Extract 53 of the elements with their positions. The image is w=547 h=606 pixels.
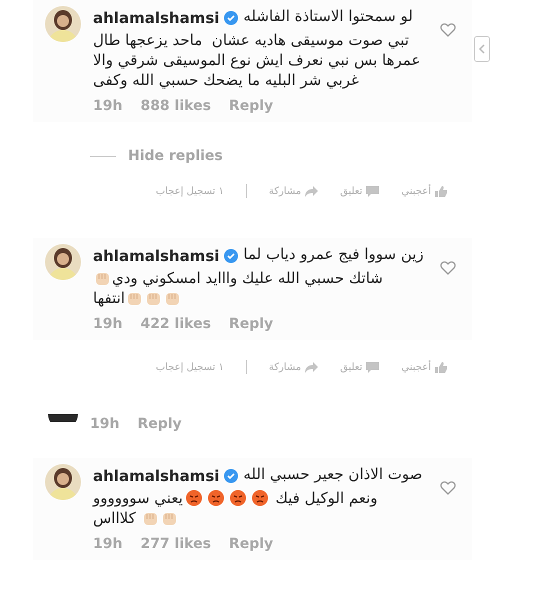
likes-count[interactable]: 422 likes	[140, 316, 211, 332]
comment-text: صوت الاذان جعير حسبي الله	[243, 464, 422, 484]
like-link[interactable]: أعجبني	[401, 186, 431, 196]
comment-text: عمرها بس نبي نعرف ايش نوع الموسيقى شرقي والا	[93, 50, 420, 70]
comment-text: انتفها	[93, 288, 125, 308]
likes-count[interactable]: 277 likes	[140, 536, 211, 552]
share-link[interactable]: مشاركة	[268, 186, 302, 196]
speech-bubble-icon	[366, 186, 380, 196]
angry-face-icon	[228, 489, 247, 507]
comment-time: 19h	[93, 98, 122, 114]
comment-time: 19h	[93, 316, 122, 332]
speech-bubble-icon	[366, 362, 380, 372]
comment-text: كلاااس	[93, 508, 137, 528]
comment-time: 19h	[93, 536, 122, 552]
comment-text: تبي صوت موسيقى هاديه عشان ماحد يزعجها طال	[93, 30, 409, 50]
comment-text: يعني سوووووو	[93, 488, 183, 508]
thumbs-up-icon	[435, 186, 447, 196]
chevron-left-icon	[478, 44, 486, 54]
share-arrow-icon	[305, 362, 318, 372]
avatar-icon	[48, 414, 78, 422]
comment-text: شاتك حسبي الله عليك وااايد امسكوني ودي	[112, 268, 383, 288]
avatar-icon	[45, 464, 81, 500]
angry-face-icon	[206, 489, 225, 507]
hide-replies-button[interactable]: Hide replies	[128, 148, 223, 164]
comment-time: 19h	[90, 416, 120, 432]
reply-link[interactable]: Reply	[137, 416, 182, 432]
avatar-icon	[45, 6, 81, 42]
comment-link[interactable]: تعليق	[340, 362, 362, 372]
like-count: ١ تسجيل إعجاب	[156, 362, 224, 372]
heart-icon[interactable]	[440, 22, 456, 37]
angry-face-icon	[250, 489, 269, 507]
like-count: ١ تسجيل إعجاب	[156, 186, 224, 196]
share-arrow-icon	[305, 186, 318, 196]
username[interactable]: ahlamalshamsi	[93, 9, 220, 27]
share-link[interactable]: مشاركة	[268, 362, 302, 372]
comment-link[interactable]: تعليق	[340, 186, 362, 196]
reply-link[interactable]: Reply	[228, 98, 274, 114]
heart-icon[interactable]	[440, 480, 456, 495]
heart-icon[interactable]	[440, 260, 456, 275]
username[interactable]: ahlamalshamsi	[93, 247, 220, 265]
likes-count[interactable]: 888 likes	[140, 98, 211, 114]
reply-link[interactable]: Reply	[228, 316, 274, 332]
thumbs-up-icon	[435, 362, 447, 372]
reply-link[interactable]: Reply	[228, 536, 274, 552]
username[interactable]: ahlamalshamsi	[93, 467, 220, 485]
angry-face-icon	[184, 489, 203, 507]
comment-text: لو سمحتوا الاستاذة الفاشله	[243, 6, 413, 26]
avatar-icon	[45, 244, 81, 280]
comment-text: زين سووا فيج عمرو دياب لما	[243, 244, 424, 264]
comment-text: غربي شر البليه ما يضحك حسبي الله وكفى	[93, 70, 359, 90]
comment-text: ونعم الوكيل فيك	[274, 488, 378, 508]
side-tab-button[interactable]	[474, 36, 490, 62]
like-link[interactable]: أعجبني	[401, 362, 431, 372]
